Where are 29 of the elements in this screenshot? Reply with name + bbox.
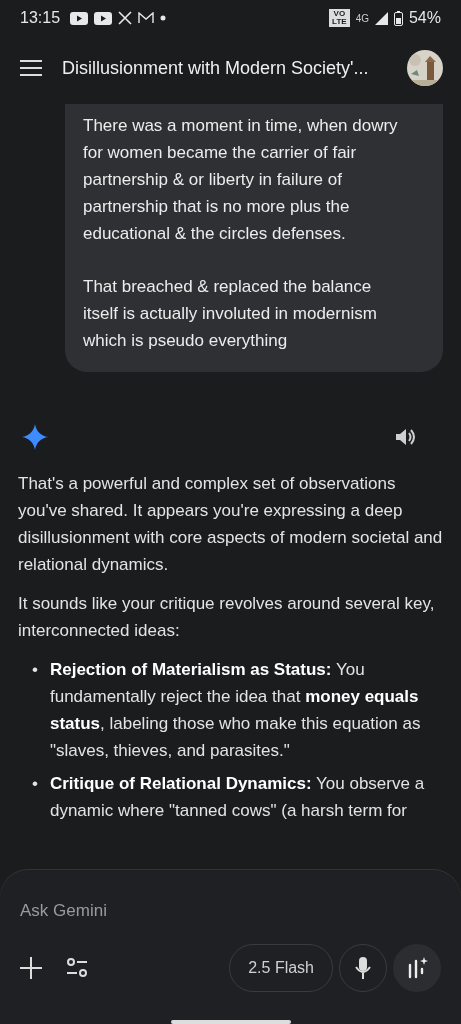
- response-paragraph: It sounds like your critique revolves around several key, interconnected ideas:: [18, 593, 436, 642]
- user-message-text: There was a moment in time, when dowry for women became the carrier of fair partnership & or liberty in failure of partnership that is no more plus the educational & the circles defenses.: [83, 115, 399, 245]
- live-button[interactable]: [393, 944, 441, 993]
- response-paragraph: That's a powerful and complex set of observations you've shared. It appears you're expressing a deep disillusionment with core aspects of modern societal and relational dynamics.: [18, 473, 443, 576]
- sliders-icon: [66, 957, 88, 980]
- speaker-icon[interactable]: [395, 427, 417, 447]
- play-icon: [94, 11, 113, 25]
- response-bullet: Critique of Relational Dynamics: You observe a dynamic where "tanned cows" (a harsh term for: [49, 773, 426, 822]
- plus-icon: [20, 957, 42, 980]
- user-message-text: That breached & replaced the balance itself is actually involuted in modernism which is pseudo everything: [83, 276, 378, 352]
- dot-icon: [160, 15, 167, 21]
- bullet-marker: •: [32, 659, 38, 681]
- response-bullet: Rejection of Materialism as Status: You fundamentally reject the idea that money equals status, labeling those who make this equation as "slaves, thieves, and parasites.": [49, 659, 422, 762]
- play-icon: [70, 11, 89, 25]
- chat-title: Disillusionment with Modern Society'...: [62, 57, 370, 79]
- status-time: 13:15: [20, 9, 61, 27]
- network-type: 4G: [355, 12, 369, 24]
- mail-icon: [138, 12, 155, 24]
- waveform-sparkle-icon: [406, 957, 428, 980]
- sparkle-icon: [22, 424, 48, 450]
- menu-icon[interactable]: [20, 60, 42, 76]
- prompt-input[interactable]: Ask Gemini: [20, 898, 441, 925]
- x-icon: [118, 11, 133, 25]
- signal-icon: [374, 11, 388, 25]
- bullet-marker: •: [32, 773, 38, 795]
- volte-badge: VO LTE: [329, 9, 350, 27]
- microphone-icon: [355, 957, 371, 980]
- battery-percent: 54%: [408, 9, 441, 27]
- battery-icon: [393, 10, 403, 26]
